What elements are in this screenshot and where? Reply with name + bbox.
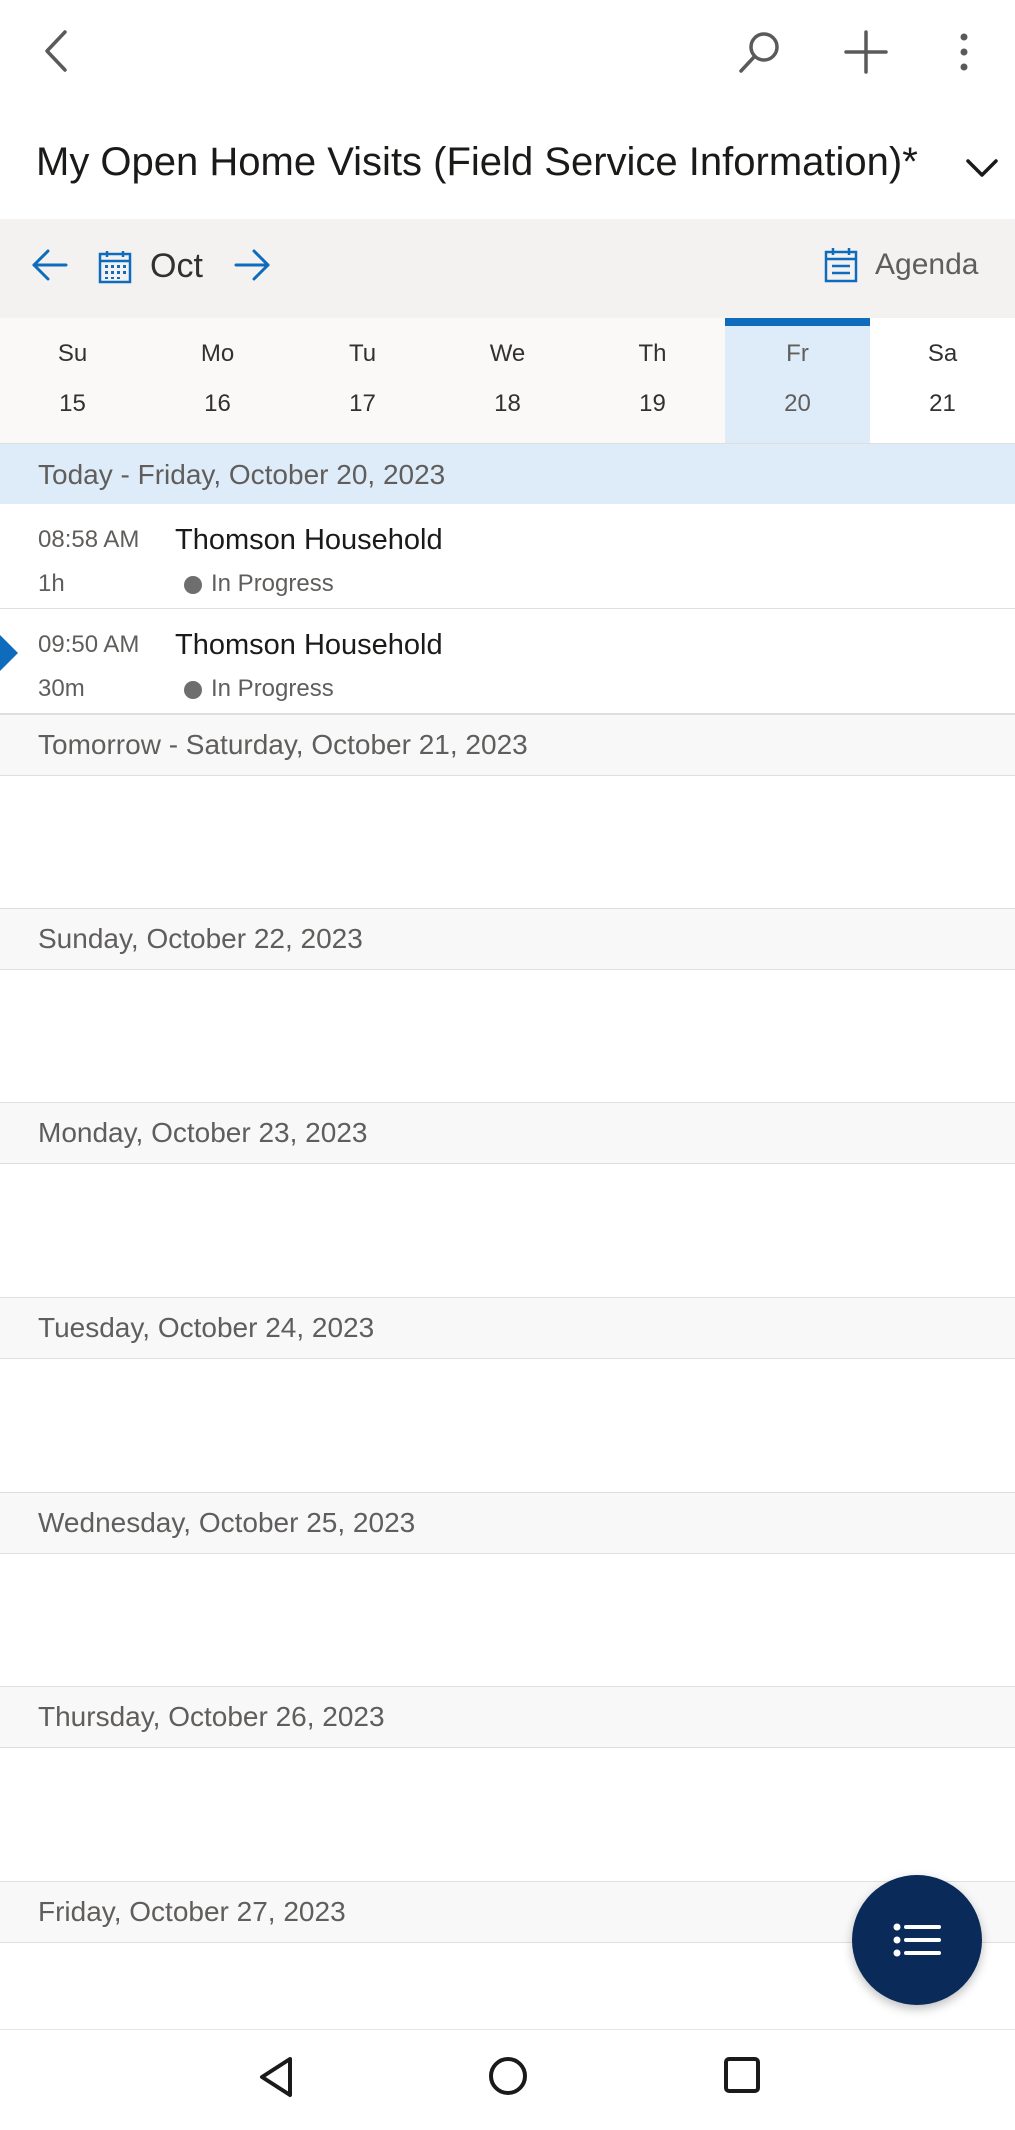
day-header-label: Thursday, October 26, 2023 (38, 1701, 385, 1732)
day-date: 15 (59, 390, 86, 417)
month-label[interactable]: Oct (150, 247, 203, 286)
day-date: 21 (929, 390, 956, 417)
agenda-day-header: Monday, October 23, 2023 (0, 1102, 1015, 1164)
event-time: 08:58 AM (38, 526, 140, 553)
day-date: 20 (784, 390, 811, 417)
add-button[interactable] (836, 22, 896, 82)
day-header-label: Monday, October 23, 2023 (38, 1117, 368, 1148)
event-title: Thomson Household (175, 524, 443, 556)
day-header-label: Tuesday, October 24, 2023 (38, 1312, 375, 1343)
search-button[interactable] (730, 22, 790, 82)
day-name: Th (638, 340, 667, 367)
more-vertical-icon (960, 33, 968, 71)
day-header-label: Sunday, October 22, 2023 (38, 923, 363, 954)
event-duration: 30m (38, 675, 85, 702)
event-title: Thomson Household (175, 629, 443, 661)
agenda-day-header: Tomorrow - Saturday, October 21, 2023 (0, 714, 1015, 776)
day-cell[interactable]: Su 15 (0, 318, 145, 443)
day-date: 17 (349, 390, 376, 417)
day-header-label: Friday, October 27, 2023 (38, 1896, 346, 1927)
event-status: In Progress (211, 570, 334, 597)
more-button[interactable] (940, 22, 988, 82)
view-title[interactable]: My Open Home Visits (Field Service Infor… (36, 140, 918, 185)
nav-back-icon[interactable] (256, 2054, 296, 2100)
day-name: Tu (348, 340, 377, 367)
day-name: Fr (786, 340, 809, 367)
list-icon (893, 1923, 941, 1957)
day-name: We (489, 340, 526, 367)
day-header-label: Tomorrow - Saturday, October 21, 2023 (38, 729, 528, 760)
chevron-down-icon[interactable] (962, 148, 1002, 188)
day-cell[interactable]: Th 19 (580, 318, 725, 443)
event-status: In Progress (211, 675, 334, 702)
agenda-day-header-today: Today - Friday, October 20, 2023 (0, 444, 1015, 506)
status-dot-icon (184, 576, 202, 594)
day-cell[interactable]: Mo 16 (145, 318, 290, 443)
view-mode-label[interactable]: Agenda (875, 248, 978, 282)
previous-arrow-icon[interactable] (30, 248, 70, 282)
next-arrow-icon[interactable] (232, 248, 272, 282)
day-name: Su (57, 340, 88, 367)
chevron-left-icon (45, 30, 67, 72)
back-button[interactable] (30, 22, 82, 80)
day-name: Mo (200, 340, 235, 367)
calendar-icon[interactable] (98, 250, 132, 284)
week-strip: Su 15 Mo 16 Tu 17 We 18 Th 19 Fr 20 Sa 2… (0, 318, 1015, 445)
day-header-label: Today - Friday, October 20, 2023 (38, 459, 446, 490)
day-cell-selected[interactable]: Fr 20 (725, 318, 870, 443)
day-date: 18 (494, 390, 521, 417)
day-cell[interactable]: Tu 17 (290, 318, 435, 443)
agenda-day-header: Tuesday, October 24, 2023 (0, 1297, 1015, 1359)
agenda-icon[interactable] (824, 247, 858, 283)
day-date: 16 (204, 390, 231, 417)
day-cell[interactable]: Sa 21 (870, 318, 1015, 443)
agenda-day-header: Sunday, October 22, 2023 (0, 908, 1015, 970)
plus-icon (844, 30, 888, 74)
agenda-event[interactable]: 09:50 AM 30m Thomson Household In Progre… (0, 609, 1015, 715)
system-nav-bar (0, 2029, 1015, 2130)
day-header-label: Wednesday, October 25, 2023 (38, 1507, 416, 1538)
nav-recents-icon[interactable] (722, 2055, 762, 2095)
app-bar (0, 0, 1015, 104)
event-time: 09:50 AM (38, 631, 140, 658)
day-name: Sa (927, 340, 958, 367)
list-view-fab[interactable] (852, 1875, 982, 2005)
day-date: 19 (639, 390, 666, 417)
event-duration: 1h (38, 570, 65, 597)
search-icon (739, 32, 779, 73)
agenda-day-header: Wednesday, October 25, 2023 (0, 1492, 1015, 1554)
nav-home-icon[interactable] (486, 2054, 530, 2098)
agenda-day-header: Thursday, October 26, 2023 (0, 1686, 1015, 1748)
current-time-marker-icon (0, 635, 18, 671)
agenda-event[interactable]: 08:58 AM 1h Thomson Household In Progres… (0, 504, 1015, 610)
selected-day-indicator (725, 318, 870, 326)
status-dot-icon (184, 681, 202, 699)
day-cell[interactable]: We 18 (435, 318, 580, 443)
